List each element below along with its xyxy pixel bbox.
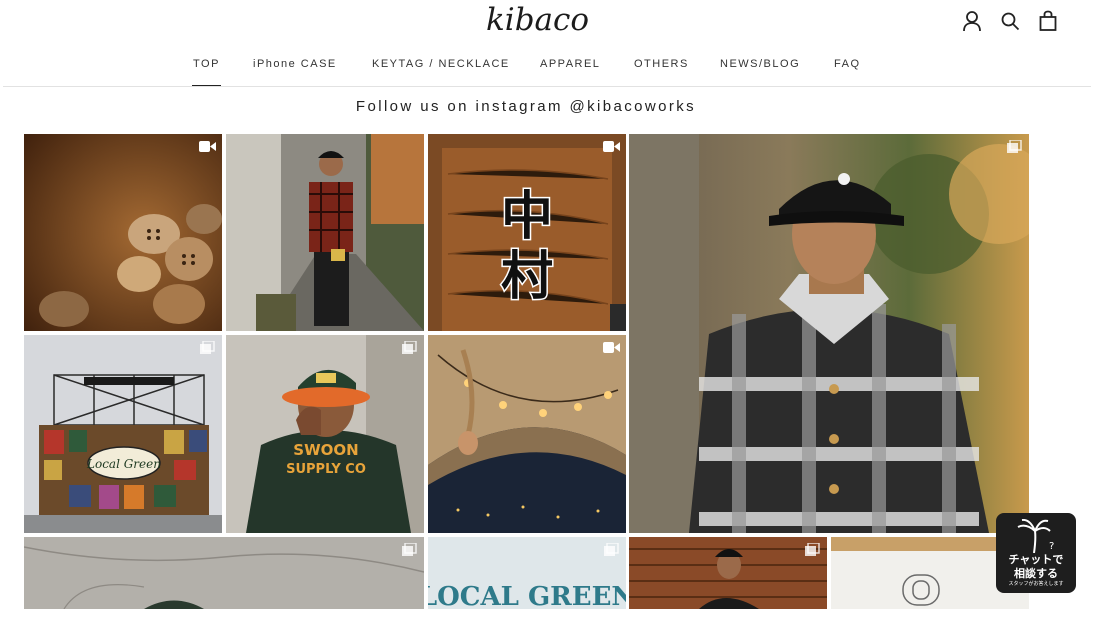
instagram-post[interactable]: LOCAL GREEN (428, 537, 626, 609)
instagram-post[interactable]: 中 村 (428, 134, 626, 331)
post-image-concrete (24, 537, 424, 609)
post-image-rusty-wall (629, 537, 827, 609)
post-image-tent-night (428, 335, 626, 533)
nav-item-apparel[interactable]: APPAREL (540, 58, 600, 70)
sweatshirt-text-2: SUPPLY CO (286, 462, 366, 477)
instagram-post[interactable] (428, 335, 626, 533)
nav-item-keytag-necklace[interactable]: KEYTAG / NECKLACE (372, 58, 510, 70)
post-image-festival-stage: Local Green (24, 335, 222, 533)
carousel-icon (1007, 140, 1022, 153)
nav-item-faq[interactable]: FAQ (834, 58, 861, 70)
local-green-text: LOCAL GREEN (428, 582, 626, 609)
header-divider (3, 86, 1091, 87)
nav-item-top[interactable]: TOP (192, 58, 221, 87)
instagram-heading: Follow us on instagram @kibacoworks (355, 98, 697, 115)
festival-sign-text: Local Green (86, 457, 161, 471)
sweatshirt-text-1: SWOON (293, 441, 358, 459)
carousel-icon (604, 543, 619, 556)
main-nav: TOP iPhone CASE KEYTAG / NECKLACE APPARE… (0, 56, 1102, 88)
post-image-buttons (24, 134, 222, 331)
sign-kanji-2: 村 (501, 246, 553, 307)
nav-item-others[interactable]: OTHERS (634, 58, 689, 70)
instagram-post[interactable] (629, 134, 1029, 533)
chat-line-3: スタッフがお答えします (1008, 581, 1064, 587)
post-image-swoon-sweatshirt: SWOON SUPPLY CO (226, 335, 424, 533)
instagram-post[interactable]: Local Green (24, 335, 222, 533)
nav-item-news-blog[interactable]: NEWS/BLOG (720, 58, 800, 70)
instagram-post[interactable] (226, 134, 424, 331)
instagram-post[interactable] (629, 537, 827, 609)
post-image-local-green-sign: LOCAL GREEN (428, 537, 626, 609)
nav-item-iphone-case[interactable]: iPhone CASE (253, 58, 337, 70)
instagram-post[interactable]: SWOON SUPPLY CO (226, 335, 424, 533)
carousel-icon (402, 341, 417, 354)
post-image-man-alley (226, 134, 424, 331)
post-image-wooden-sign: 中 村 (428, 134, 626, 331)
video-icon (199, 141, 216, 152)
header-icons (962, 10, 1058, 32)
video-icon (603, 141, 620, 152)
site-logo[interactable]: kibaco (486, 2, 589, 38)
sign-kanji-1: 中 (501, 186, 553, 247)
carousel-icon (200, 341, 215, 354)
instagram-post[interactable] (24, 134, 222, 331)
video-icon (603, 342, 620, 353)
cart-icon[interactable] (1038, 10, 1058, 32)
carousel-icon (805, 543, 820, 556)
search-icon[interactable] (1000, 10, 1020, 32)
post-image-man-cap (629, 134, 1029, 533)
instagram-post[interactable] (24, 537, 424, 609)
site-header: kibaco TOP iPhone CASE KEYTAG / NECKLACE… (0, 0, 1102, 88)
carousel-icon (402, 543, 417, 556)
palm-tree-icon: ? (1017, 519, 1054, 553)
account-icon[interactable] (962, 10, 982, 32)
chat-widget-button[interactable]: ? チャットで 相談する スタッフがお答えします (996, 513, 1076, 593)
chat-line-2: 相談する (1014, 567, 1058, 580)
